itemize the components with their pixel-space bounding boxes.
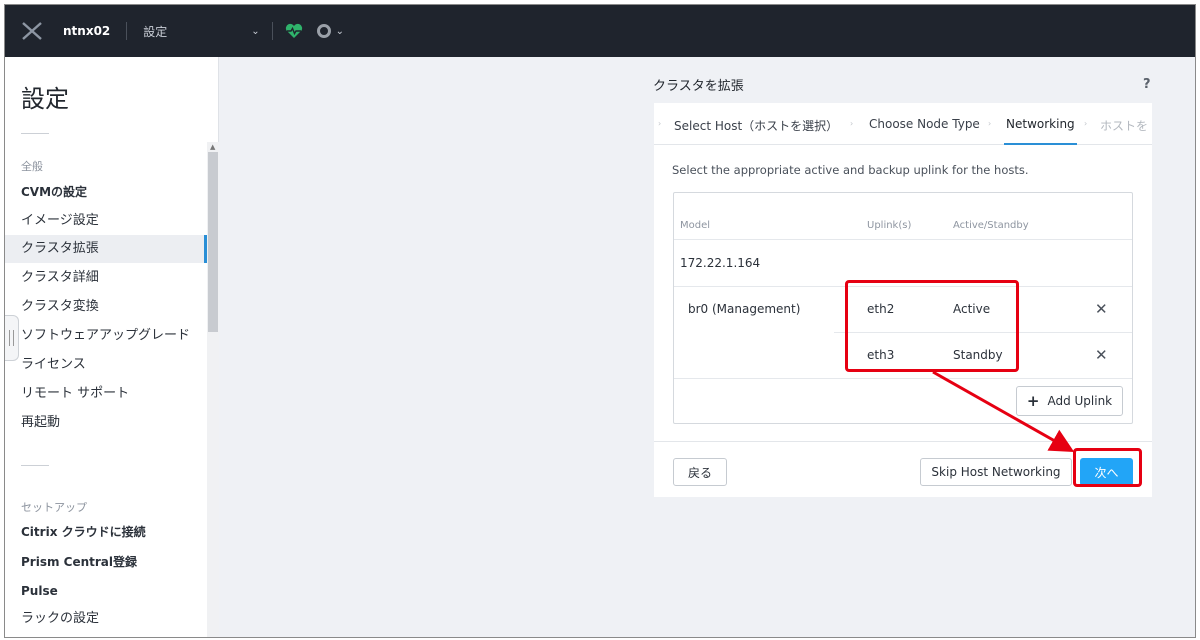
chevron-down-icon[interactable]: ⌄ [336, 26, 344, 37]
row-divider [674, 239, 1132, 240]
alerts-circle-icon[interactable] [316, 24, 331, 38]
sidebar-item-image-settings[interactable]: イメージ設定 [5, 207, 207, 235]
step-choose-node-type[interactable]: Choose Node Type [869, 117, 980, 131]
sidebar-section-setup: セットアップ [21, 501, 87, 514]
sidebar-collapse-handle[interactable] [5, 315, 19, 361]
topbar-section-label[interactable]: 設定 [143, 23, 167, 40]
sidebar-scroll-thumb[interactable] [208, 152, 218, 332]
step-select-host[interactable]: Select Host（ホストを選択） [674, 117, 838, 134]
sidebar-item-prism-central[interactable]: Prism Central登録 [5, 548, 207, 576]
add-uplink-button[interactable]: + Add Uplink [1016, 386, 1123, 416]
sidebar-item-rack-settings[interactable]: ラックの設定 [5, 605, 207, 633]
sidebar-section-general: 全般 [21, 160, 43, 173]
sidebar-item-reboot[interactable]: 再起動 [5, 409, 207, 437]
scroll-up-arrow-icon[interactable]: ▲ [210, 143, 215, 151]
panel-title: クラスタを拡張 [653, 79, 744, 94]
bridge-name: br0 (Management) [688, 302, 801, 316]
sidebar-item-citrix-cloud[interactable]: Citrix クラウドに接続 [5, 518, 207, 546]
sidebar-item-pulse[interactable]: Pulse [5, 577, 207, 605]
wizard-steps: › Select Host（ホストを選択） › Choose Node Type… [654, 103, 1152, 145]
sidebar-item-license[interactable]: ライセンス [5, 351, 207, 379]
sidebar-item-convert-cluster[interactable]: クラスタ変換 [5, 293, 207, 321]
chevron-down-icon[interactable]: ⌄ [251, 26, 259, 37]
app-window: ntnx02 設定 ⌄ ⌄ 設定 全般 CVMの設定 イメージ設定 クラスタ拡張… [4, 4, 1196, 638]
nutanix-logo-icon[interactable] [21, 20, 43, 42]
top-bar: ntnx02 設定 ⌄ ⌄ [5, 5, 1195, 57]
health-heart-icon[interactable] [285, 23, 303, 39]
sidebar-item-cvm-settings[interactable]: CVMの設定 [5, 178, 207, 206]
annotation-highlight-next [1073, 448, 1142, 487]
step-networking[interactable]: Networking [1004, 117, 1077, 145]
sidebar-item-expand-cluster[interactable]: クラスタ拡張 [5, 235, 207, 263]
step-separator-icon: › [1084, 119, 1088, 128]
plus-icon: + [1026, 392, 1040, 410]
grip-icon [9, 330, 14, 346]
add-uplink-label: Add Uplink [1047, 394, 1113, 408]
back-button[interactable]: 戻る [673, 458, 727, 486]
annotation-highlight-uplinks [845, 280, 1019, 372]
column-header-model: Model [680, 220, 711, 231]
sidebar-item-remote-support[interactable]: リモート サポート [5, 380, 207, 408]
host-ip: 172.22.1.164 [680, 256, 761, 270]
cluster-name[interactable]: ntnx02 [63, 24, 110, 38]
topbar-divider [126, 22, 128, 40]
topbar-divider [271, 22, 273, 40]
column-header-uplinks: Uplink(s) [867, 220, 912, 231]
skip-host-networking-button[interactable]: Skip Host Networking [920, 458, 1072, 486]
footer-divider [654, 441, 1152, 442]
sidebar-scrollbar[interactable]: ▲ [207, 142, 219, 637]
sidebar-item-cluster-details[interactable]: クラスタ詳細 [5, 264, 207, 292]
instruction-text: Select the appropriate active and backup… [672, 163, 1029, 177]
help-icon[interactable]: ? [1143, 77, 1151, 92]
remove-uplink-icon[interactable]: ✕ [1095, 346, 1108, 364]
remove-uplink-icon[interactable]: ✕ [1095, 300, 1108, 318]
sidebar-item-software-upgrade[interactable]: ソフトウェアアップグレード [5, 322, 207, 350]
row-divider [674, 378, 1132, 379]
step-separator-icon: › [988, 119, 992, 128]
step-separator-icon: › [850, 119, 854, 128]
sidebar-divider [21, 465, 49, 466]
step-select-host-next[interactable]: ホストを [1100, 117, 1148, 134]
sidebar-title: 設定 [21, 85, 69, 113]
settings-sidebar: 設定 全般 CVMの設定 イメージ設定 クラスタ拡張 クラスタ詳細 クラスタ変換… [5, 57, 219, 637]
sidebar-divider [21, 133, 49, 134]
step-separator-icon: › [658, 119, 662, 128]
column-header-active-standby: Active/Standby [953, 220, 1029, 231]
